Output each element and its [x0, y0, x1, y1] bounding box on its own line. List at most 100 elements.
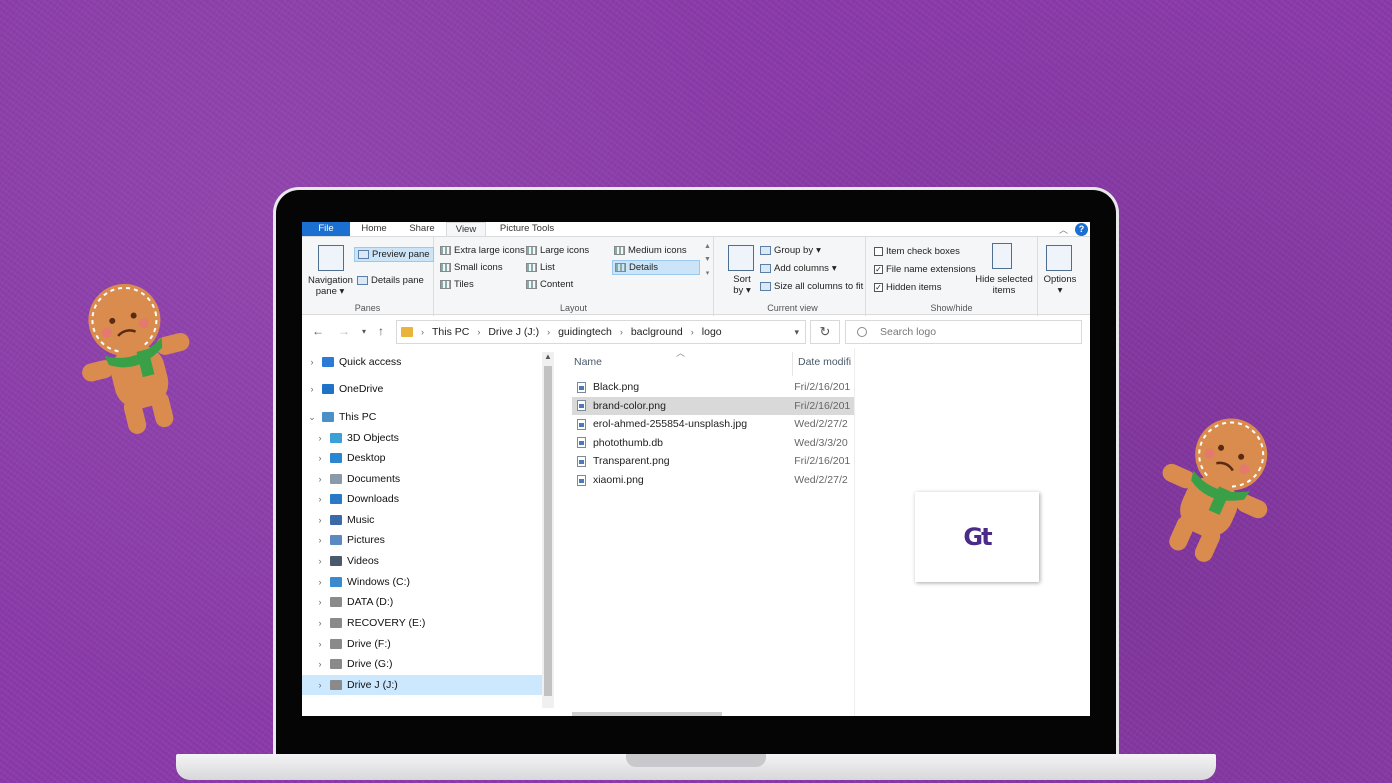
file-row[interactable]: Transparent.png Fri/2/16/201 [572, 452, 854, 470]
chevron-down-icon[interactable]: ⌄ [306, 412, 318, 423]
chevron-right-icon[interactable]: › [306, 384, 318, 394]
back-arrow-icon[interactable]: ← [312, 324, 324, 338]
nav-item-recovery-e[interactable]: › RECOVERY (E:) [302, 613, 542, 633]
nav-item-drive-f[interactable]: › Drive (F:) [302, 634, 542, 654]
address-bar[interactable]: › This PC › Drive J (J:) › guidingtech ›… [396, 320, 806, 344]
file-name-extensions-toggle[interactable]: ✓ File name extensions [874, 264, 976, 275]
nav-item-downloads[interactable]: › Downloads [302, 489, 542, 509]
preview-pane-divider[interactable] [854, 348, 855, 716]
nav-item-drive-j-j[interactable]: › Drive J (J:) [302, 675, 542, 695]
tab-home[interactable]: Home [354, 222, 394, 236]
add-columns-button[interactable]: Add columns ▾ [760, 263, 837, 274]
file-row[interactable]: Black.png Fri/2/16/201 [572, 378, 854, 396]
item-check-boxes-checkbox[interactable] [874, 247, 883, 256]
tab-picture-tools[interactable]: Picture Tools [494, 222, 560, 236]
breadcrumb-logo[interactable]: logo [702, 326, 722, 338]
nav-item-documents[interactable]: › Documents [302, 469, 542, 489]
layout-content[interactable]: Content [526, 279, 573, 290]
layout-small-icons[interactable]: Small icons [440, 262, 503, 273]
layout-details[interactable]: Details [612, 260, 700, 275]
breadcrumb-baclground[interactable]: baclground [631, 326, 683, 338]
file-list-horizontal-scrollbar[interactable] [572, 712, 722, 716]
tab-share[interactable]: Share [400, 222, 444, 236]
layout-scroll-arrows[interactable]: ▲ ▼ ▾ [704, 243, 711, 277]
file-row[interactable]: xiaomi.png Wed/2/27/2 [572, 471, 854, 489]
navigation-pane-button[interactable]: Navigation pane ▾ [308, 275, 353, 297]
file-row[interactable]: brand-color.png Fri/2/16/201 [572, 396, 854, 415]
breadcrumb-guidingtech[interactable]: guidingtech [558, 326, 612, 338]
nav-item-videos[interactable]: › Videos [302, 551, 542, 571]
nav-item-data-d[interactable]: › DATA (D:) [302, 592, 542, 612]
breadcrumb-this-pc[interactable]: This PC [432, 326, 469, 338]
recent-locations-chevron-icon[interactable]: ▾ [362, 327, 366, 336]
file-icon [577, 381, 586, 393]
file-name-extensions-checkbox[interactable]: ✓ [874, 265, 883, 274]
layout-tiles[interactable]: Tiles [440, 279, 474, 290]
column-divider[interactable] [792, 352, 793, 376]
layout-list[interactable]: List [526, 262, 555, 273]
list-icon [526, 263, 537, 272]
address-dropdown-icon[interactable]: ▾ [794, 327, 799, 338]
item-check-boxes-toggle[interactable]: Item check boxes [874, 246, 960, 257]
details-pane-button[interactable]: Details pane [357, 275, 424, 286]
breadcrumb-drive-j[interactable]: Drive J (J:) [488, 326, 539, 338]
file-name: photothumb.db [592, 436, 664, 449]
nav-item-desktop[interactable]: › Desktop [302, 448, 542, 468]
cloud-icon [322, 384, 334, 394]
nav-item-3d-objects[interactable]: › 3D Objects [302, 428, 542, 448]
nav-item-windows-c[interactable]: › Windows (C:) [302, 572, 542, 592]
chevron-right-icon[interactable]: › [314, 433, 326, 443]
layout-extra-large-icons[interactable]: Extra large icons [440, 245, 525, 256]
size-all-columns-button[interactable]: Size all columns to fit [760, 281, 863, 292]
scroll-up-icon[interactable]: ▲ [544, 352, 552, 361]
chevron-right-icon[interactable]: › [314, 659, 326, 669]
nav-item-label: Documents [347, 473, 401, 485]
search-icon [857, 327, 867, 337]
chevron-right-icon[interactable]: › [314, 680, 326, 690]
preview-pane-button[interactable]: Preview pane [354, 247, 434, 262]
chevron-right-icon[interactable]: › [314, 597, 326, 607]
forward-arrow-icon[interactable]: → [338, 324, 350, 338]
details-icon [615, 263, 626, 272]
tab-view[interactable]: View [446, 222, 486, 236]
hide-selected-items-button[interactable]: Hide selected items [974, 274, 1034, 296]
sort-by-button[interactable]: Sort by ▾ [728, 274, 756, 296]
chevron-right-icon[interactable]: › [314, 515, 326, 525]
nav-scrollbar[interactable]: ▲ [542, 352, 554, 708]
column-header-date-modified[interactable]: Date modifi [798, 352, 856, 372]
search-input[interactable]: Search logo [845, 320, 1082, 344]
layout-medium-icons[interactable]: Medium icons [614, 245, 687, 256]
group-by-button[interactable]: Group by ▾ [760, 245, 821, 256]
nav-item-music[interactable]: › Music [302, 510, 542, 530]
options-button[interactable]: Options ▾ [1040, 274, 1080, 296]
layout-details-label: Details [629, 262, 659, 273]
chevron-right-icon[interactable]: › [314, 577, 326, 587]
nav-item-quick-access[interactable]: › Quick access [302, 352, 542, 372]
hidden-items-toggle[interactable]: ✓ Hidden items [874, 282, 941, 293]
chevron-right-icon[interactable]: › [314, 453, 326, 463]
chevron-right-icon[interactable]: › [314, 494, 326, 504]
column-header-name[interactable]: Name [574, 352, 602, 372]
nav-item-pictures[interactable]: › Pictures [302, 530, 542, 550]
hidden-items-checkbox[interactable]: ✓ [874, 283, 883, 292]
file-row[interactable]: erol-ahmed-255854-unsplash.jpg Wed/2/27/2 [572, 415, 854, 433]
help-icon[interactable]: ? [1075, 223, 1088, 236]
nav-item-this-pc[interactable]: ⌄ This PC [302, 407, 542, 427]
file-row[interactable]: photothumb.db Wed/3/3/20 [572, 434, 854, 452]
nav-scroll-thumb[interactable] [544, 366, 552, 696]
chevron-right-icon[interactable]: › [314, 556, 326, 566]
refresh-icon[interactable]: ↻ [810, 320, 840, 344]
chevron-right-icon[interactable]: › [314, 474, 326, 484]
chevron-right-icon[interactable]: › [314, 535, 326, 545]
nav-item-drive-g[interactable]: › Drive (G:) [302, 654, 542, 674]
chevron-right-icon[interactable]: › [306, 357, 318, 367]
up-arrow-icon[interactable]: ↑ [378, 324, 384, 338]
chevron-right-icon[interactable]: › [314, 639, 326, 649]
nav-item-onedrive[interactable]: › OneDrive [302, 379, 542, 399]
music-icon [330, 515, 342, 525]
tab-file[interactable]: File [302, 222, 350, 236]
chevron-right-icon[interactable]: › [314, 618, 326, 628]
large-icons-icon [526, 246, 537, 255]
layout-large-icons[interactable]: Large icons [526, 245, 589, 256]
minimize-ribbon-icon[interactable]: ︿ [1059, 223, 1068, 236]
